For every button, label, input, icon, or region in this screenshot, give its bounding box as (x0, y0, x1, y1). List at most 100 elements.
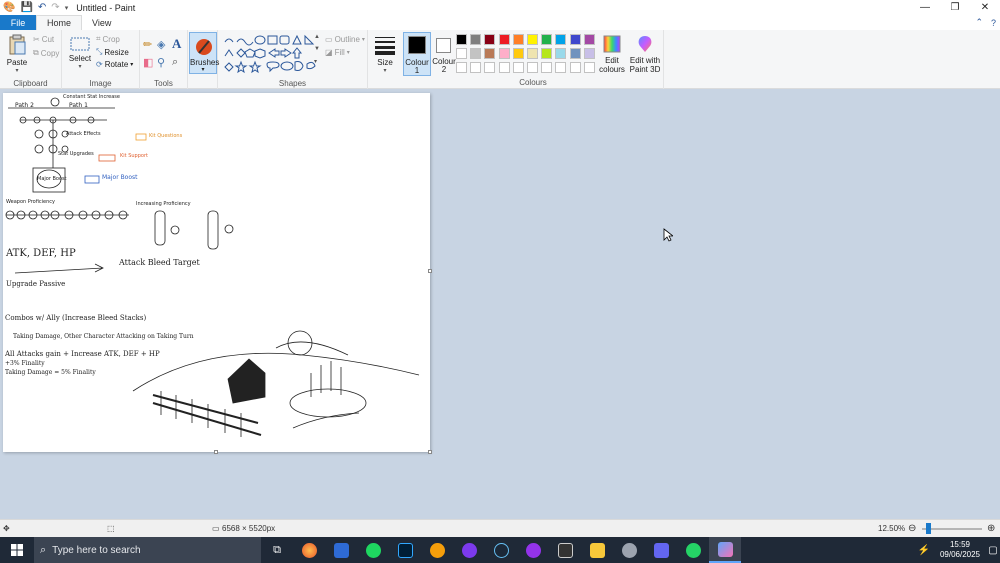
tab-home[interactable]: Home (36, 15, 83, 30)
colour-swatch[interactable] (541, 34, 553, 45)
taskbar-epic-games[interactable] (549, 537, 581, 563)
taskbar-whatsapp[interactable] (677, 537, 709, 563)
taskbar-search-box[interactable]: ⌕ Type here to search (34, 537, 261, 563)
copy-button[interactable]: ⧉ Copy (33, 48, 59, 58)
taskbar-app-purple[interactable] (453, 537, 485, 563)
colour-swatch[interactable] (583, 48, 595, 59)
rotate-button[interactable]: ⟳ Rotate ▾ (96, 60, 133, 69)
chevron-down-icon: ▾ (15, 68, 19, 74)
fill-tool[interactable]: ◈ (157, 38, 165, 51)
colour-swatch[interactable] (555, 34, 567, 45)
colour-swatch[interactable] (583, 62, 595, 73)
shapes-gallery[interactable] (223, 34, 323, 74)
taskbar-steam[interactable] (485, 537, 517, 563)
taskbar-app-orange[interactable] (421, 537, 453, 563)
cut-button[interactable]: ✂ Cut (33, 35, 54, 44)
taskbar-firefox[interactable] (293, 537, 325, 563)
search-icon: ⌕ (40, 543, 47, 556)
taskbar-app-blue[interactable] (325, 537, 357, 563)
colour-swatch[interactable] (541, 48, 553, 59)
zoom-slider-track[interactable] (922, 528, 982, 530)
colour-swatch[interactable] (456, 48, 467, 59)
minimize-button[interactable]: — (910, 0, 940, 15)
colour-swatch[interactable] (470, 34, 482, 45)
colour-swatch[interactable] (569, 48, 581, 59)
taskbar-photoshop[interactable] (389, 537, 421, 563)
redo-icon[interactable]: ↷ (51, 2, 59, 13)
taskbar-file-explorer[interactable] (581, 537, 613, 563)
shapes-scroll-down-icon[interactable]: ▼ (314, 46, 320, 52)
taskbar-app-violet[interactable] (517, 537, 549, 563)
colour-swatch[interactable] (512, 62, 524, 73)
taskbar-paint[interactable] (709, 537, 741, 563)
colour-2-button[interactable]: Colour 2 (432, 32, 456, 76)
resize-handle-corner[interactable] (428, 450, 432, 454)
colour-swatch[interactable] (527, 48, 538, 59)
colour-swatch[interactable] (527, 34, 538, 45)
task-view-button[interactable]: ⧉ (261, 537, 293, 563)
colour-swatch[interactable] (484, 48, 496, 59)
save-icon[interactable]: 💾 (20, 2, 32, 13)
eraser-tool[interactable]: ◧ (143, 56, 153, 69)
select-button[interactable]: Select ▾ (66, 36, 94, 70)
paste-button[interactable]: Paste ▾ (5, 34, 29, 74)
resize-button[interactable]: ⤡ Resize (96, 47, 129, 57)
colour-swatch[interactable] (484, 34, 496, 45)
color-picker-tool[interactable]: ⚲ (157, 56, 165, 69)
fill-button[interactable]: ◪ Fill ▾ (325, 48, 350, 57)
taskbar-clock[interactable]: 15:59 09/06/2025 (934, 540, 986, 560)
magnifier-tool[interactable]: ⌕ (172, 56, 178, 69)
colour-swatch[interactable] (583, 34, 595, 45)
colour-swatch[interactable] (527, 62, 538, 73)
shapes-expand-icon[interactable]: ▾ (314, 58, 317, 65)
zoom-in-button[interactable]: ⊕ (987, 523, 995, 534)
start-button[interactable] (0, 537, 34, 563)
taskbar-app-gamepad[interactable] (645, 537, 677, 563)
text-tool[interactable]: A (172, 36, 181, 52)
undo-icon[interactable]: ↶ (38, 2, 46, 13)
colour-swatch[interactable] (498, 48, 510, 59)
crop-button[interactable]: ⌗ Crop (96, 34, 120, 44)
colour-swatch[interactable] (456, 62, 467, 73)
colour-swatch[interactable] (555, 48, 567, 59)
colour-swatch[interactable] (470, 62, 482, 73)
pencil-tool[interactable]: ✏ (143, 38, 152, 51)
paste-label: Paste (6, 58, 28, 67)
size-button[interactable]: Size ▾ (370, 34, 400, 74)
outline-button[interactable]: ▭ Outline ▾ (325, 35, 365, 44)
taskbar-spotify[interactable] (357, 537, 389, 563)
colour-swatch[interactable] (555, 62, 567, 73)
colour-swatch[interactable] (569, 34, 581, 45)
customize-toolbar-icon[interactable]: ▾ (65, 4, 69, 12)
close-button[interactable]: ✕ (970, 0, 1000, 15)
colours-group-label: Colours (519, 78, 547, 87)
maximize-button[interactable]: ❐ (940, 0, 970, 15)
tab-view[interactable]: View (82, 15, 121, 30)
colour-1-button[interactable]: Colour 1 (403, 32, 431, 76)
colour-swatch[interactable] (512, 48, 524, 59)
drawing-canvas[interactable]: Path 2 Path 1 Constant Stat Increase Att… (3, 93, 430, 452)
colour-swatch[interactable] (498, 34, 510, 45)
taskbar-app-grey[interactable] (613, 537, 645, 563)
resize-handle-right[interactable] (428, 269, 432, 273)
shapes-scroll-up-icon[interactable]: ▲ (314, 34, 320, 40)
brushes-button[interactable]: Brushes ▾ (189, 32, 219, 74)
zoom-slider-thumb[interactable] (926, 523, 931, 534)
resize-handle-bottom[interactable] (214, 450, 218, 454)
network-icon[interactable]: ⚡ (918, 545, 930, 556)
edit-with-paint-3d-button[interactable]: Edit with Paint 3D (628, 34, 662, 74)
collapse-ribbon-icon[interactable]: ⌃ (975, 17, 983, 28)
colour-swatch[interactable] (541, 62, 553, 73)
colour-swatch[interactable] (498, 62, 510, 73)
tab-file[interactable]: File (0, 15, 36, 30)
colour-swatch[interactable] (569, 62, 581, 73)
zoom-out-button[interactable]: ⊖ (908, 523, 916, 534)
notification-icon[interactable]: ▢ (986, 545, 1000, 556)
edit-colours-button[interactable]: Edit colours (598, 34, 626, 74)
colour-swatch[interactable] (456, 34, 467, 45)
colour-swatch[interactable] (512, 34, 524, 45)
canvas-work-area[interactable]: Path 2 Path 1 Constant Stat Increase Att… (0, 89, 1000, 519)
colour-swatch[interactable] (484, 62, 496, 73)
colour-swatch[interactable] (470, 48, 482, 59)
help-icon[interactable]: ? (991, 18, 996, 28)
